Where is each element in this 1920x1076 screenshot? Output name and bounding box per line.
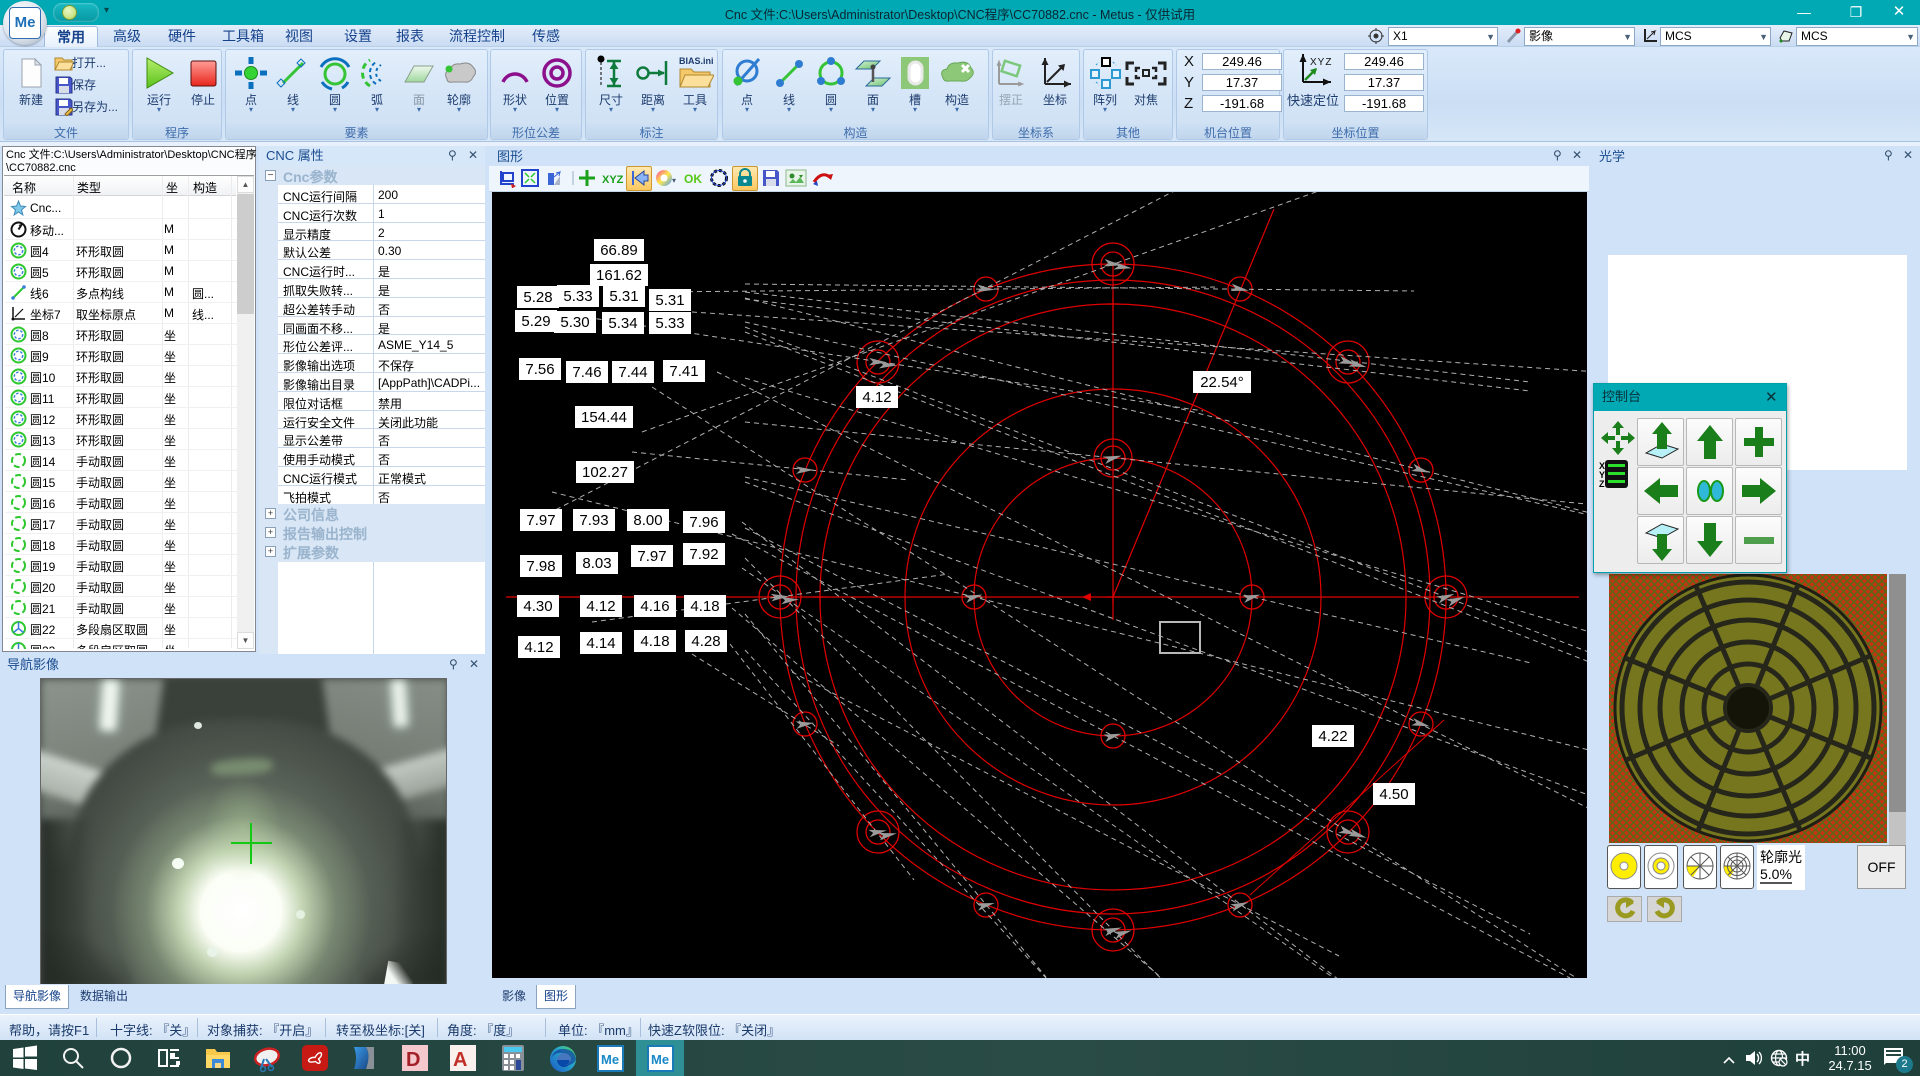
svg-text:4.18: 4.18 xyxy=(640,633,669,650)
svg-text:7.97: 7.97 xyxy=(637,548,666,565)
svg-text:7.96: 7.96 xyxy=(689,514,718,531)
svg-text:4.50: 4.50 xyxy=(1379,786,1408,803)
svg-text:7.97: 7.97 xyxy=(526,512,555,529)
svg-text:7.44: 7.44 xyxy=(618,364,647,381)
svg-text:Me: Me xyxy=(601,1052,619,1067)
svg-text:161.62: 161.62 xyxy=(596,267,642,284)
svg-text:BIAS.ini: BIAS.ini xyxy=(679,56,714,66)
svg-text:66.89: 66.89 xyxy=(600,242,638,259)
svg-text:7.93: 7.93 xyxy=(579,512,608,529)
svg-text:5.29: 5.29 xyxy=(521,313,550,330)
svg-text:5.31: 5.31 xyxy=(655,292,684,309)
svg-text:A: A xyxy=(453,1049,467,1071)
svg-text:▾: ▾ xyxy=(672,176,676,185)
svg-text:4.28: 4.28 xyxy=(691,633,720,650)
svg-text:OK: OK xyxy=(684,172,702,186)
svg-text:4.12: 4.12 xyxy=(524,639,553,656)
svg-text:4.12: 4.12 xyxy=(862,389,891,406)
svg-text:Z: Z xyxy=(1599,479,1605,489)
svg-text:Me: Me xyxy=(651,1052,669,1067)
svg-text:7.92: 7.92 xyxy=(689,546,718,563)
svg-text:4.12: 4.12 xyxy=(586,598,615,615)
svg-text:5.31: 5.31 xyxy=(609,288,638,305)
svg-text:XYZ: XYZ xyxy=(602,174,624,186)
svg-text:D: D xyxy=(406,1049,420,1071)
svg-text:5.33: 5.33 xyxy=(563,288,592,305)
svg-text:5.28: 5.28 xyxy=(523,289,552,306)
svg-text:5.33: 5.33 xyxy=(655,315,684,332)
svg-text:7.41: 7.41 xyxy=(669,363,698,380)
svg-text:8.03: 8.03 xyxy=(582,555,611,572)
svg-text:154.44: 154.44 xyxy=(581,409,627,426)
svg-text:7.98: 7.98 xyxy=(526,558,555,575)
svg-text:8.00: 8.00 xyxy=(633,512,662,529)
svg-text:4.18: 4.18 xyxy=(690,598,719,615)
svg-text:XYZ: XYZ xyxy=(1310,57,1332,68)
svg-text:4.30: 4.30 xyxy=(523,598,552,615)
svg-text:102.27: 102.27 xyxy=(582,464,628,481)
svg-text:5.34: 5.34 xyxy=(608,315,637,332)
svg-text:4.22: 4.22 xyxy=(1318,728,1347,745)
svg-text:7.56: 7.56 xyxy=(525,361,554,378)
svg-text:5.30: 5.30 xyxy=(560,314,589,331)
svg-text:4.16: 4.16 xyxy=(640,598,669,615)
svg-text:4.14: 4.14 xyxy=(586,635,615,652)
svg-text:7.46: 7.46 xyxy=(572,364,601,381)
svg-text:22.54°: 22.54° xyxy=(1200,374,1244,391)
